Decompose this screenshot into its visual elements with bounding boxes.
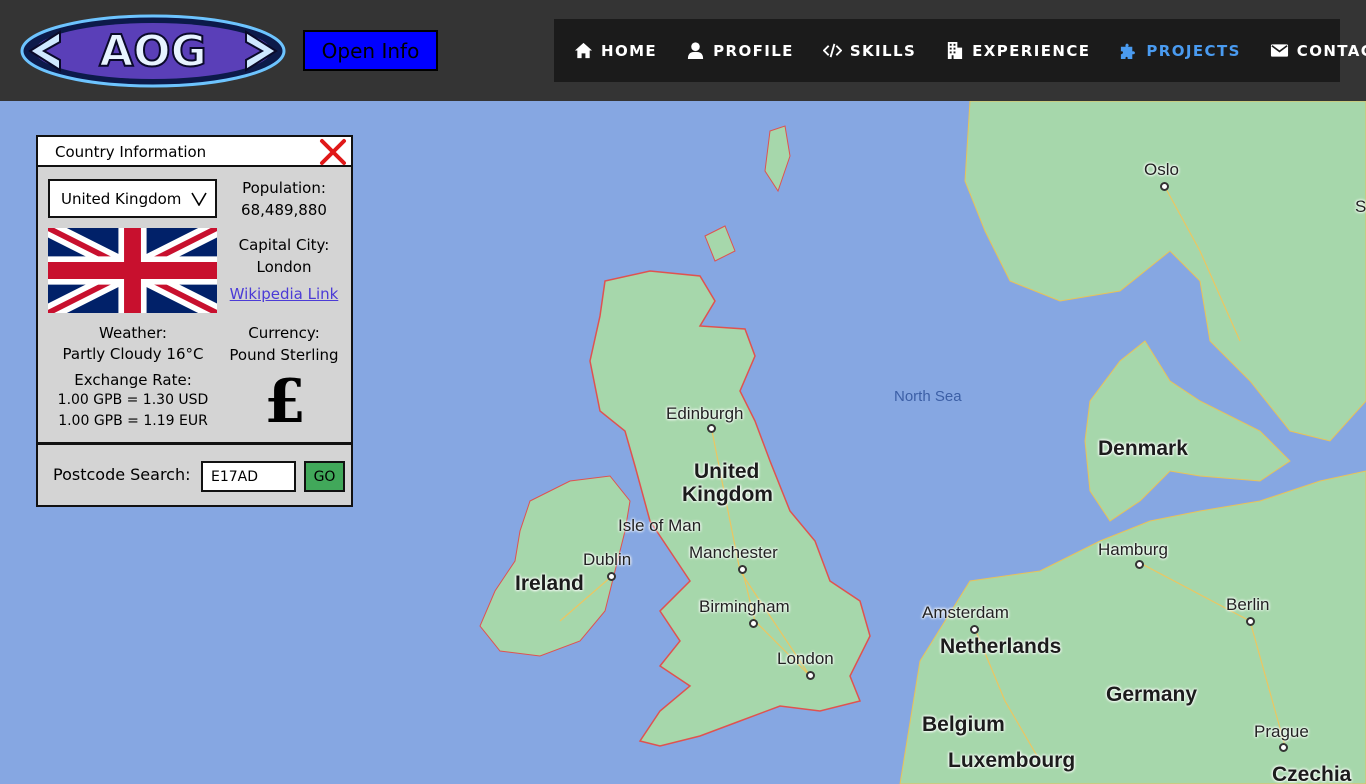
map-label-manchester: Manchester (689, 543, 778, 562)
exchange-usd: 1.00 GPB = 1.30 USD (57, 392, 209, 408)
site-header: AOG Open Info HOME PROFILE SKILLS EXPERI… (0, 0, 1366, 101)
panel-divider (38, 442, 351, 445)
exchange-eur: 1.00 GPB = 1.19 EUR (58, 413, 208, 429)
map-label-amsterdam: Amsterdam (922, 603, 1009, 622)
main-nav: HOME PROFILE SKILLS EXPERIENCE PROJECTS … (554, 19, 1366, 82)
map-label-north-sea: North Sea (894, 388, 962, 405)
map-label-isle-of-man: Isle of Man (618, 516, 702, 535)
weather-label: Weather: (99, 324, 167, 342)
nav-contact-label: CONTACT (1296, 41, 1366, 60)
map-label-germany: Germany (1106, 683, 1198, 706)
site-logo[interactable]: AOG (20, 14, 286, 88)
map-dot-dublin (607, 572, 616, 581)
population-label: Population: (242, 179, 326, 197)
wikipedia-link[interactable]: Wikipedia Link (224, 285, 344, 303)
map-label-dublin: Dublin (583, 550, 632, 569)
map-label-netherlands: Netherlands (940, 635, 1062, 658)
map-label-hamburg: Hamburg (1098, 540, 1168, 559)
nav-contact[interactable]: CONTACT (1270, 41, 1366, 60)
nav-skills-label: SKILLS (849, 41, 917, 60)
user-icon (687, 42, 704, 60)
country-select-value: United Kingdom (61, 189, 182, 208)
exchange-label: Exchange Rate: (74, 371, 192, 389)
capital-value: London (256, 258, 312, 276)
postcode-input[interactable] (201, 461, 296, 492)
nav-profile[interactable]: PROFILE (686, 41, 794, 60)
open-info-button[interactable]: Open Info (303, 30, 438, 71)
panel-header: Country Information (38, 137, 351, 167)
currency-label: Currency: (248, 324, 320, 342)
map-dot-hamburg (1135, 560, 1144, 569)
nav-projects-label: PROJECTS (1146, 41, 1241, 60)
map-label-berlin: Berlin (1226, 595, 1270, 614)
home-icon (574, 42, 593, 59)
map-label-s-partial: S (1355, 197, 1366, 216)
map-dot-berlin (1246, 617, 1255, 626)
nav-profile-label: PROFILE (713, 41, 794, 60)
map-label-oslo: Oslo (1144, 160, 1179, 179)
currency-value: Pound Sterling (229, 346, 339, 364)
map-label-belgium: Belgium (922, 713, 1005, 736)
map-label-czechia: Czechia (1272, 763, 1352, 784)
code-icon (822, 43, 842, 58)
close-icon[interactable] (319, 138, 347, 166)
weather-value: Partly Cloudy 16°C (62, 345, 204, 363)
country-info-panel: Country Information United Kingdom Popul… (36, 135, 353, 507)
map-dot-manchester (738, 565, 747, 574)
map-label-birmingham: Birmingham (699, 597, 790, 616)
map-dot-birmingham (749, 619, 758, 628)
nav-projects[interactable]: PROJECTS (1119, 41, 1240, 60)
envelope-icon (1270, 44, 1288, 57)
map-label-ireland: Ireland (515, 572, 584, 595)
svg-text:AOG: AOG (99, 26, 207, 77)
map-dot-oslo (1160, 182, 1169, 191)
go-button[interactable]: GO (304, 461, 345, 492)
building-icon (948, 41, 963, 60)
map-label-uk-line1: United (694, 460, 760, 483)
capital-label: Capital City: (238, 236, 330, 254)
nav-skills[interactable]: SKILLS (822, 41, 917, 60)
map-dot-amsterdam (970, 625, 979, 634)
map-dot-prague (1279, 743, 1288, 752)
map-label-london: London (777, 649, 834, 668)
map-label-denmark: Denmark (1098, 437, 1188, 460)
population-value: 68,489,880 (241, 201, 327, 219)
map-label-luxembourg: Luxembourg (948, 749, 1076, 772)
map-label-uk-line2: Kingdom (682, 483, 773, 506)
puzzle-icon (1121, 43, 1136, 60)
panel-title: Country Information (55, 143, 207, 161)
map-dot-london (806, 671, 815, 680)
nav-home-label: HOME (601, 41, 658, 60)
map-dot-edinburgh (707, 424, 716, 433)
currency-symbol: £ (264, 367, 306, 437)
nav-experience[interactable]: EXPERIENCE (945, 41, 1090, 60)
nav-home[interactable]: HOME (574, 41, 657, 60)
map-label-prague: Prague (1254, 722, 1309, 741)
chevron-down-icon (191, 192, 207, 206)
country-select[interactable]: United Kingdom (48, 179, 217, 218)
map-label-edinburgh: Edinburgh (666, 404, 744, 423)
postcode-label: Postcode Search: (53, 465, 191, 484)
nav-experience-label: EXPERIENCE (972, 41, 1091, 60)
country-flag (48, 228, 217, 313)
